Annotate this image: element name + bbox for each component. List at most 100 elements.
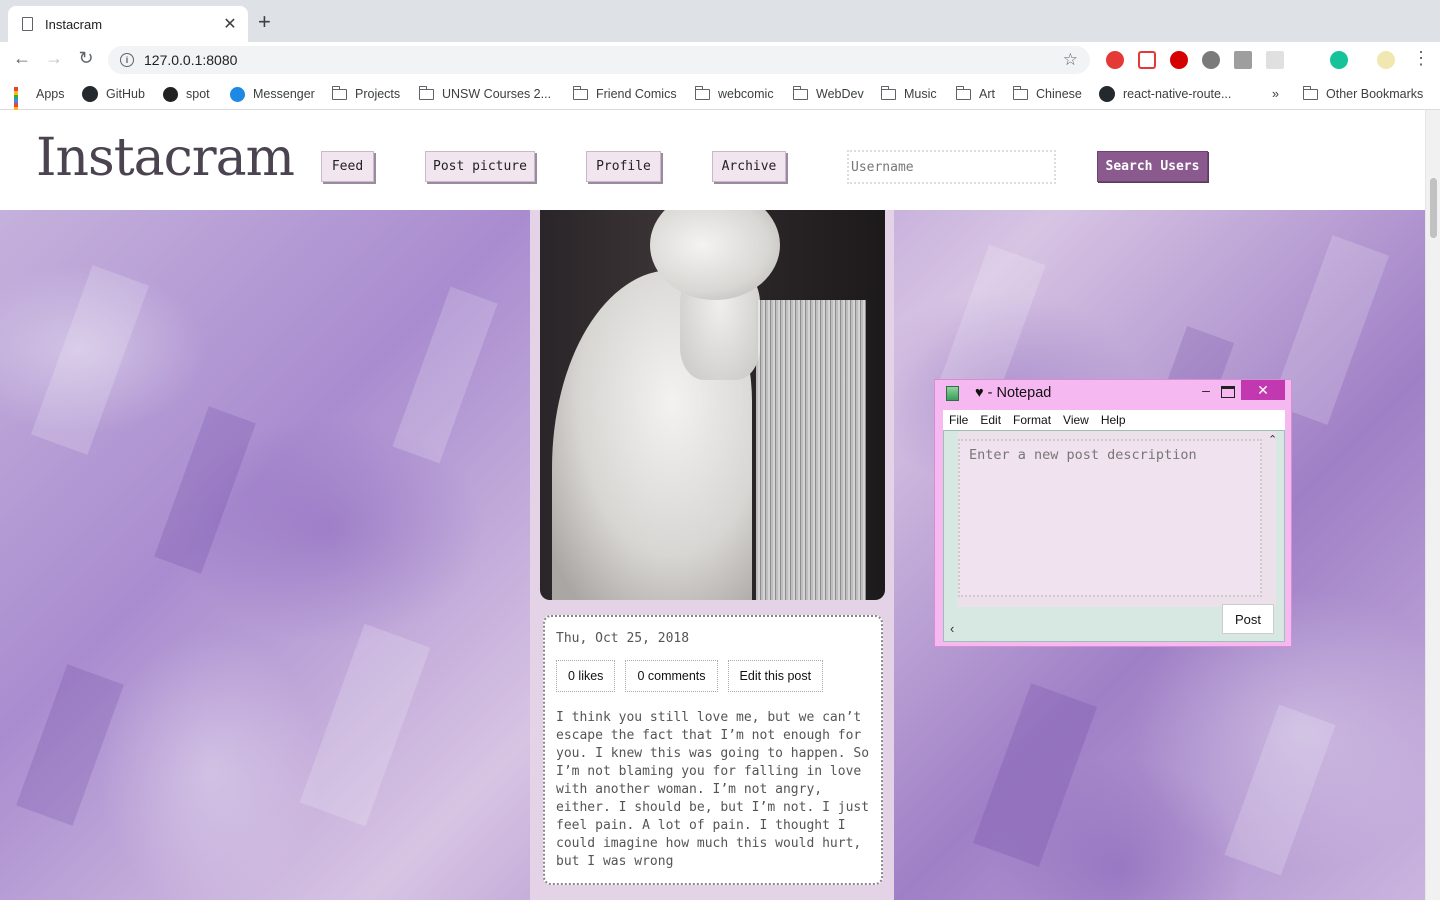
crystal-facet	[299, 623, 431, 827]
bookmark-label: Messenger	[253, 87, 315, 101]
menu-edit[interactable]: Edit	[974, 413, 1007, 427]
maximize-icon[interactable]	[1221, 386, 1235, 398]
opera-icon[interactable]	[1170, 51, 1188, 69]
folder-icon	[331, 85, 347, 100]
page-icon	[22, 17, 33, 31]
bookmark-github[interactable]: GitHub	[82, 84, 145, 104]
bookmark-art[interactable]: Art	[955, 84, 995, 104]
username-search-input[interactable]: Username	[847, 150, 1056, 184]
post-description-textarea[interactable]: Enter a new post description	[958, 439, 1262, 597]
new-tab-icon[interactable]: +	[258, 11, 271, 33]
feed-button[interactable]: Feed	[321, 151, 374, 182]
post-picture-button[interactable]: Post picture	[425, 151, 535, 182]
grammarly-icon[interactable]	[1330, 51, 1348, 69]
bookmark-label: UNSW Courses 2...	[442, 87, 552, 101]
extension-icon-4[interactable]	[1202, 51, 1220, 69]
search-users-button[interactable]: Search Users	[1097, 151, 1208, 182]
bookmark-unsw-courses[interactable]: UNSW Courses 2...	[418, 84, 552, 104]
bookmarks-bar: Apps GitHub spot Messenger Projects UNSW…	[0, 78, 1440, 123]
post-button[interactable]: Post	[1222, 604, 1274, 634]
comments-button[interactable]: 0 comments	[625, 660, 718, 692]
folder-icon	[1012, 85, 1028, 100]
post-image[interactable]	[540, 210, 885, 600]
bookmark-label: Art	[979, 87, 995, 101]
extension-icon-2[interactable]	[1138, 51, 1156, 69]
edit-post-button[interactable]: Edit this post	[727, 660, 824, 692]
archive-button[interactable]: Archive	[712, 151, 786, 182]
bookmark-label: WebDev	[816, 87, 864, 101]
notepad-title: ♥ - Notepad	[975, 385, 1052, 401]
menu-view[interactable]: View	[1057, 413, 1095, 427]
tab-title: Instacram	[45, 16, 103, 32]
page-viewport: Instacram Feed Post picture Profile Arch…	[0, 110, 1425, 900]
page-scrollbar[interactable]	[1425, 110, 1440, 900]
github-icon	[1099, 86, 1115, 102]
scrollbar-thumb[interactable]	[1430, 178, 1437, 238]
url-text[interactable]: 127.0.0.1:8080	[144, 52, 1063, 68]
likes-button[interactable]: 0 likes	[556, 660, 616, 692]
bookmark-label: »	[1272, 87, 1279, 101]
bookmarks-overflow-icon[interactable]: »	[1272, 84, 1279, 104]
browser-menu-icon[interactable]: ⋮	[1412, 48, 1430, 69]
folder-icon	[572, 85, 588, 100]
bookmark-star-icon[interactable]: ☆	[1063, 50, 1078, 70]
menu-help[interactable]: Help	[1095, 413, 1132, 427]
messenger-icon	[230, 86, 245, 102]
menu-file[interactable]: File	[943, 413, 974, 427]
bookmark-webcomic[interactable]: webcomic	[694, 84, 774, 104]
bookmark-webdev[interactable]: WebDev	[792, 84, 864, 104]
crystal-facet	[1224, 704, 1336, 876]
notepad-client-area: Enter a new post description ⌃ ‹ Post	[943, 430, 1285, 642]
bookmark-spot[interactable]: spot	[163, 84, 210, 104]
apps-grid-icon	[14, 87, 28, 123]
browser-tab-active[interactable]: Instacram ✕	[8, 6, 248, 42]
bookmark-label: GitHub	[106, 87, 145, 101]
post-card: Thu, Oct 25, 2018 0 likes 0 comments Edi…	[543, 615, 883, 885]
bookmark-label: Apps	[36, 87, 65, 101]
forward-icon[interactable]: →	[38, 48, 70, 69]
bookmark-music[interactable]: Music	[880, 84, 937, 104]
profile-button[interactable]: Profile	[586, 151, 661, 182]
bookmark-label: react-native-route...	[1123, 87, 1232, 101]
post-actions: 0 likes 0 comments Edit this post	[556, 660, 870, 692]
profile-avatar-icon[interactable]	[1377, 51, 1395, 69]
bookmark-react-native-router[interactable]: react-native-route...	[1099, 84, 1231, 104]
reload-icon[interactable]: ↻	[70, 48, 102, 69]
address-bar[interactable]: i 127.0.0.1:8080 ☆	[108, 46, 1090, 74]
site-logo[interactable]: Instacram	[36, 128, 295, 188]
bookmark-label: spot	[186, 87, 210, 101]
folder-icon	[880, 85, 896, 100]
spotify-icon	[163, 86, 178, 102]
bead-curtain	[756, 300, 866, 600]
github-icon	[82, 86, 98, 102]
notepad-titlebar[interactable]: ♥ - Notepad – ✕	[935, 380, 1291, 408]
bookmark-other-bookmarks[interactable]: Other Bookmarks	[1302, 84, 1423, 104]
bookmark-label: Projects	[355, 87, 401, 101]
scroll-up-icon[interactable]: ⌃	[1268, 433, 1277, 446]
cast-icon[interactable]	[1266, 51, 1284, 69]
browser-toolbar: ← → ↻ i 127.0.0.1:8080 ☆ ⋮	[0, 42, 1440, 78]
hash-extension-icon[interactable]	[1234, 51, 1252, 69]
menu-format[interactable]: Format	[1007, 413, 1057, 427]
tab-close-icon[interactable]: ✕	[222, 14, 238, 34]
site-info-icon[interactable]: i	[120, 53, 134, 67]
folder-icon	[694, 85, 710, 100]
crystal-facet	[392, 286, 498, 464]
extension-icon-1[interactable]	[1106, 51, 1124, 69]
bookmark-chinese[interactable]: Chinese	[1012, 84, 1082, 104]
bookmark-friend-comics[interactable]: Friend Comics	[572, 84, 677, 104]
post-column: Thu, Oct 25, 2018 0 likes 0 comments Edi…	[530, 210, 894, 900]
folder-icon	[418, 85, 434, 100]
bookmark-projects[interactable]: Projects	[331, 84, 401, 104]
bookmark-messenger[interactable]: Messenger	[230, 84, 315, 104]
minimize-icon[interactable]: –	[1197, 382, 1215, 398]
bookmark-label: Friend Comics	[596, 87, 677, 101]
back-icon[interactable]: ←	[6, 48, 38, 69]
folder-icon	[1302, 85, 1318, 100]
post-description: I think you still love me, but we can’t …	[556, 710, 870, 869]
extension-icon-7[interactable]	[1298, 51, 1316, 69]
scroll-left-icon[interactable]: ‹	[950, 621, 954, 636]
close-icon[interactable]: ✕	[1241, 380, 1285, 400]
bookmark-apps[interactable]: Apps	[14, 84, 65, 123]
notepad-window[interactable]: ♥ - Notepad – ✕ File Edit Format View He…	[934, 379, 1292, 647]
